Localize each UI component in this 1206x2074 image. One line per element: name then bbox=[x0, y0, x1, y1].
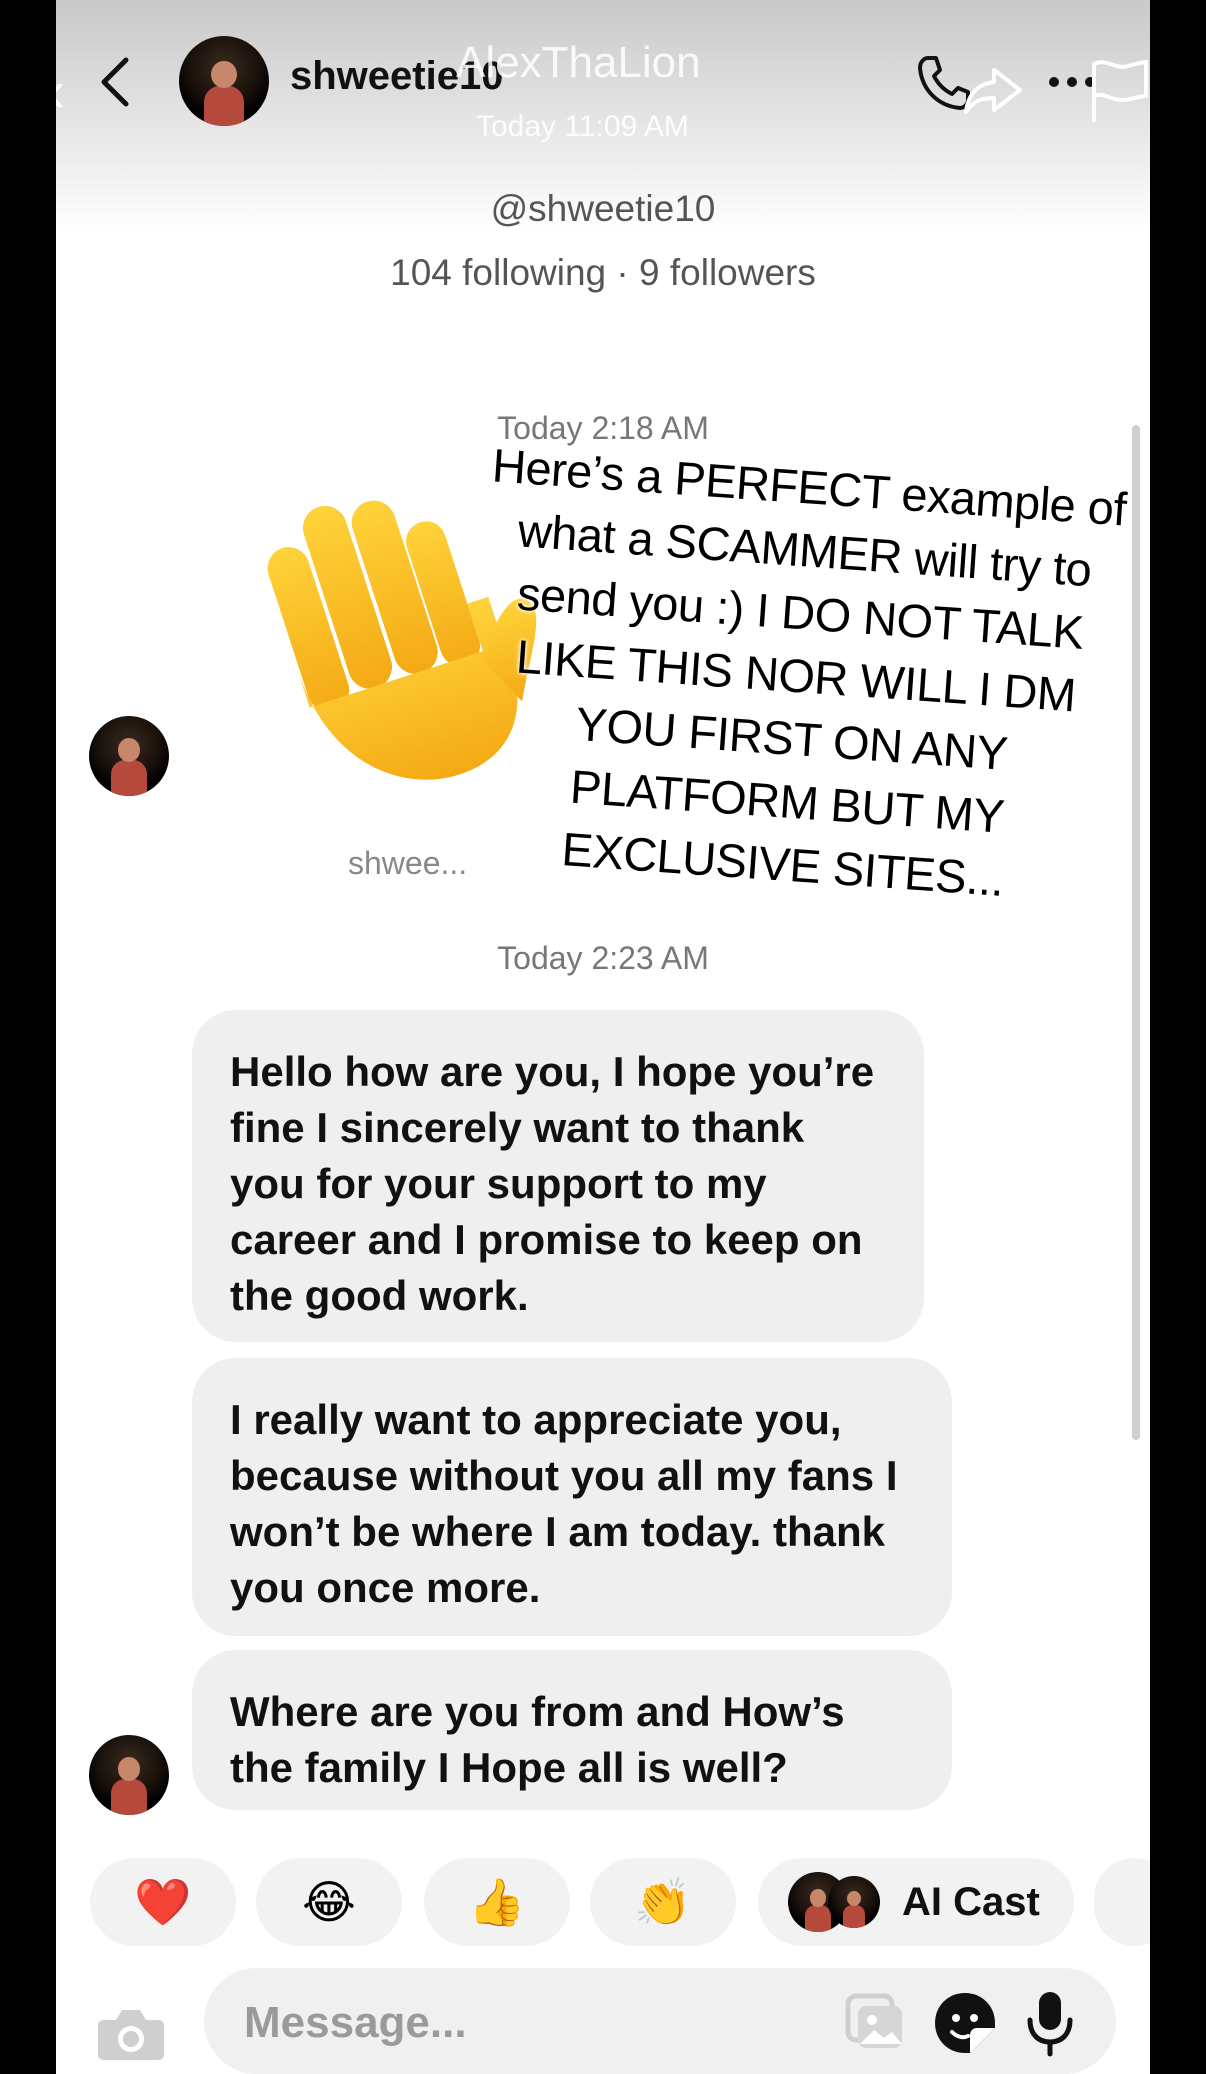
scrollbar[interactable] bbox=[1132, 425, 1140, 1440]
message-input[interactable]: Message... bbox=[204, 1968, 1116, 2074]
flag-icon[interactable] bbox=[1086, 56, 1150, 126]
message-bubble[interactable]: Where are you from and How’s the family … bbox=[192, 1650, 952, 1810]
reaction-clap-button[interactable]: 👏 bbox=[590, 1858, 736, 1946]
profile-counts: 104 following · 9 followers bbox=[390, 252, 816, 293]
message-composer: Message... bbox=[56, 1968, 1150, 2074]
ai-cast-button[interactable]: AI Cast bbox=[758, 1858, 1074, 1946]
dm-screen: ‹ shweetie10 AlexThaLion Today 11:09 AM … bbox=[56, 0, 1150, 2074]
ai-cast-avatars bbox=[788, 1872, 888, 1932]
reaction-heart-button[interactable]: ❤️ bbox=[90, 1858, 236, 1946]
message-placeholder: Message... bbox=[244, 1998, 467, 2047]
avatar[interactable] bbox=[179, 36, 269, 126]
overlay-back-icon[interactable]: ‹ bbox=[56, 62, 86, 122]
chat-header: ‹ shweetie10 AlexThaLion Today 11:09 AM bbox=[56, 0, 1150, 170]
gallery-icon[interactable] bbox=[844, 1992, 906, 2052]
reaction-thumbs-up-button[interactable]: 👍 bbox=[424, 1858, 570, 1946]
reaction-laugh-button[interactable]: 😂 bbox=[256, 1858, 402, 1946]
profile-handle[interactable]: @shweetie10 bbox=[56, 188, 1150, 230]
sender-label: shwee... bbox=[348, 845, 468, 881]
message-bubble[interactable]: I really want to appreciate you, because… bbox=[192, 1358, 952, 1636]
overlay-time: Today 11:09 AM bbox=[476, 110, 689, 143]
quick-reactions-bar: ❤️ 😂 👍 👏 AI Cast bbox=[90, 1858, 1150, 1946]
avatar[interactable] bbox=[89, 1735, 169, 1815]
overlay-username: AlexThaLion bbox=[456, 38, 701, 87]
avatar bbox=[828, 1876, 880, 1928]
message-bubble[interactable]: Hello how are you, I hope you’re fine I … bbox=[192, 1010, 924, 1342]
overlay-caption: Here’s a PERFECT example of what a SCAMM… bbox=[490, 438, 1128, 906]
microphone-icon[interactable] bbox=[1024, 1988, 1076, 2058]
sticker-icon[interactable] bbox=[932, 1990, 998, 2056]
share-arrow-icon[interactable] bbox=[962, 60, 1024, 120]
timestamp: Today 2:23 AM bbox=[497, 940, 709, 976]
ai-cast-label: AI Cast bbox=[902, 1879, 1040, 1924]
camera-icon[interactable] bbox=[96, 2002, 166, 2062]
avatar[interactable] bbox=[89, 716, 169, 796]
chevron-left-icon[interactable] bbox=[96, 52, 136, 112]
reaction-more-button[interactable] bbox=[1094, 1858, 1150, 1946]
